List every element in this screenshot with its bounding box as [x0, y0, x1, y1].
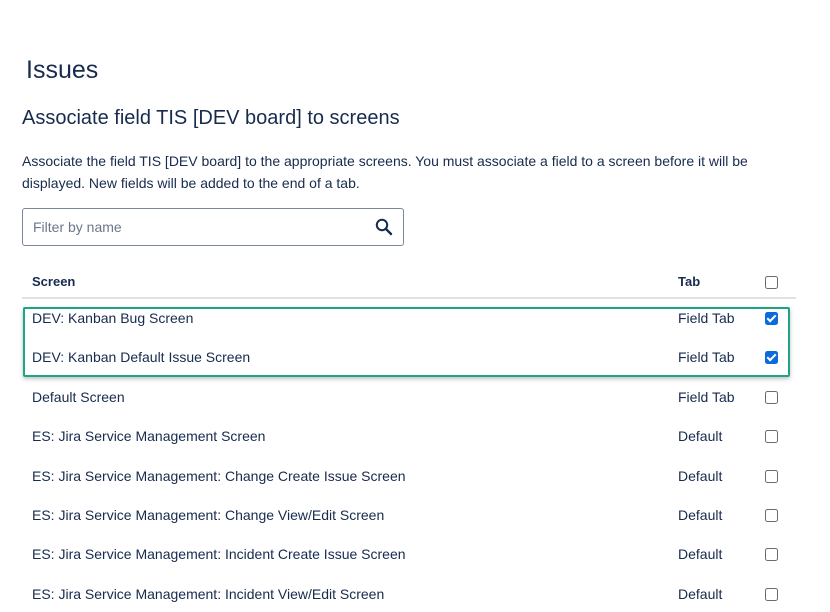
tab-name: Default	[678, 428, 723, 445]
table-row: ES: Jira Service Management: Change Crea…	[22, 457, 796, 496]
tab-name: Default	[678, 506, 723, 523]
tab-name: Field Tab	[678, 388, 735, 405]
tab-name: Default	[678, 585, 723, 602]
row-checkbox[interactable]	[765, 469, 778, 483]
table-row: ES: Jira Service Management: Incident Vi…	[22, 575, 796, 612]
table-row: Default Screen Field Tab	[22, 378, 796, 417]
row-checkbox[interactable]	[765, 390, 778, 404]
screen-name: ES: Jira Service Management: Change Crea…	[32, 467, 406, 484]
tab-name: Default	[678, 546, 723, 563]
table-row: DEV: Kanban Default Issue Screen Field Ta…	[22, 338, 796, 377]
row-checkbox[interactable]	[765, 430, 778, 444]
screen-name: DEV: Kanban Bug Screen	[32, 310, 194, 326]
tab-name: Field Tab	[678, 310, 735, 326]
column-header-tab: Tab	[678, 274, 701, 289]
table-row: DEV: Kanban Bug Screen Field Tab	[22, 299, 796, 338]
screen-name: DEV: Kanban Default Issue Screen	[32, 349, 251, 366]
screen-name: ES: Jira Service Management: Incident Vi…	[32, 585, 385, 602]
select-all-checkbox[interactable]	[765, 276, 778, 289]
screen-name: ES: Jira Service Management: Incident Cr…	[32, 546, 406, 563]
screen-name: Default Screen	[32, 388, 125, 405]
row-checkbox[interactable]	[765, 351, 778, 365]
table-body: DEV: Kanban Bug Screen Field Tab DEV: Kanb…	[22, 299, 796, 612]
page-title: Issues	[26, 56, 99, 84]
description-text: Associate the field TIS [DEV board] to t…	[22, 153, 748, 191]
filter-input[interactable]	[23, 209, 363, 244]
section-title: Associate field TIS [DEV board] to scree…	[22, 107, 400, 129]
table-row: ES: Jira Service Management: Incident Cr…	[22, 535, 796, 574]
table-row: ES: Jira Service Management: Change View…	[22, 496, 796, 535]
row-checkbox[interactable]	[765, 312, 778, 325]
screen-name: ES: Jira Service Management Screen	[32, 428, 266, 445]
table-row: ES: Jira Service Management Screen Defaul…	[22, 417, 796, 456]
column-header-screen: Screen	[32, 274, 76, 289]
search-icon[interactable]	[375, 218, 393, 236]
filter-box	[22, 208, 404, 246]
tab-name: Field Tab	[678, 349, 735, 366]
table-header: Screen Tab	[22, 262, 796, 299]
screens-table: Screen Tab DEV: Kanban Bug Screen Field T…	[22, 262, 796, 612]
screen-name: ES: Jira Service Management: Change View…	[32, 506, 385, 523]
row-checkbox[interactable]	[765, 508, 778, 522]
row-checkbox[interactable]	[765, 548, 778, 562]
page: Issues Associate field TIS [DEV board] t…	[0, 0, 830, 612]
tab-name: Default	[678, 467, 723, 484]
row-checkbox[interactable]	[765, 587, 778, 601]
